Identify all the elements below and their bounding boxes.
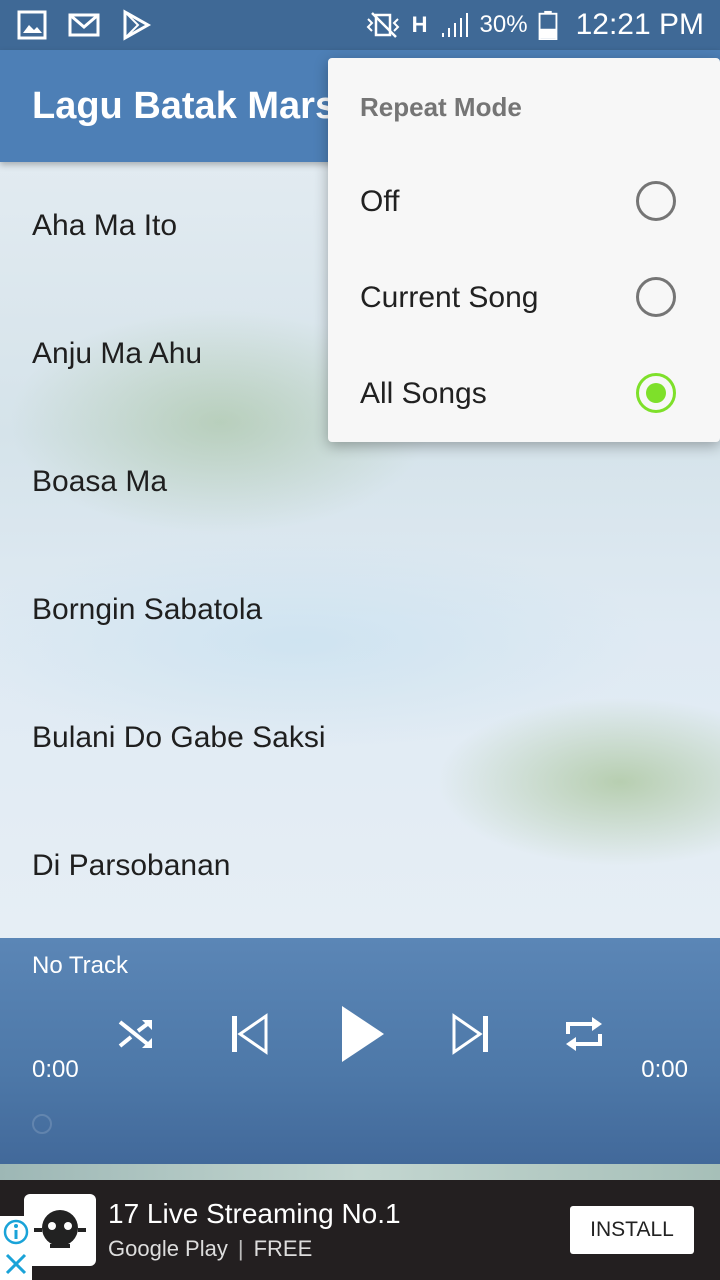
song-title: Borngin Sabatola xyxy=(32,593,263,626)
battery-icon xyxy=(538,10,557,40)
song-title: Di Parsobanan xyxy=(32,849,231,882)
gallery-icon xyxy=(17,10,47,40)
price-label: FREE xyxy=(253,1236,313,1261)
repeat-option-current-song[interactable]: Current Song xyxy=(328,250,720,346)
skip-previous-icon xyxy=(232,1013,268,1055)
ad-choices[interactable] xyxy=(0,1216,32,1280)
track-name: No Track xyxy=(32,952,129,979)
repeat-button[interactable] xyxy=(552,1002,616,1066)
option-label: Current Song xyxy=(360,281,539,314)
background-strip xyxy=(0,1164,720,1180)
shuffle-icon xyxy=(118,1020,152,1048)
clock: 12:21 PM xyxy=(575,8,704,41)
option-label: All Songs xyxy=(360,377,487,410)
install-button[interactable]: INSTALL xyxy=(570,1206,694,1254)
menu-title: Repeat Mode xyxy=(360,92,522,122)
app-title: Lagu Batak Mars xyxy=(32,84,337,127)
song-title: Boasa Ma xyxy=(32,465,168,498)
radio-button[interactable] xyxy=(636,181,676,221)
signal-icon xyxy=(441,13,468,37)
shuffle-button[interactable] xyxy=(104,1002,168,1066)
play-store-icon xyxy=(123,9,152,41)
song-title: Anju Ma Ahu xyxy=(32,337,203,370)
store-name: Google Play xyxy=(108,1236,228,1261)
notification-icons xyxy=(16,9,152,41)
song-item[interactable]: Di Parsobanan xyxy=(0,802,720,930)
repeat-option-all-songs[interactable]: All Songs xyxy=(328,346,720,442)
skip-next-icon xyxy=(452,1013,488,1055)
separator: | xyxy=(237,1236,244,1261)
option-label: Off xyxy=(360,185,400,218)
mascot-icon xyxy=(34,1210,86,1248)
play-button[interactable] xyxy=(328,1002,392,1066)
song-item[interactable]: Bulani Do Gabe Saksi xyxy=(0,674,720,802)
network-type: H xyxy=(411,12,428,37)
music-player: No Track 0:00 0:00 xyxy=(0,938,720,1164)
status-bar: H 30% 12:21 PM xyxy=(0,0,720,50)
song-title: Bulani Do Gabe Saksi xyxy=(32,721,326,754)
repeat-mode-menu: Repeat Mode Off Current Song All Songs xyxy=(328,58,720,442)
repeat-icon xyxy=(566,1017,602,1051)
seek-handle[interactable] xyxy=(32,1114,52,1134)
previous-button[interactable] xyxy=(216,1002,280,1066)
ad-title[interactable]: 17 Live Streaming No.1 xyxy=(108,1198,401,1230)
repeat-option-off[interactable]: Off xyxy=(328,154,720,250)
elapsed-time: 0:00 xyxy=(32,1056,79,1083)
system-status: H 30% 12:21 PM xyxy=(358,8,704,42)
radio-button[interactable] xyxy=(636,277,676,317)
ad-app-logo[interactable] xyxy=(24,1194,96,1266)
total-time: 0:00 xyxy=(641,1056,688,1083)
ad-banner[interactable]: 17 Live Streaming No.1 Google Play | FRE… xyxy=(0,1180,720,1280)
battery-percent: 30% xyxy=(479,11,528,38)
ad-subtitle: Google Play | FREE xyxy=(108,1236,312,1262)
radio-button-checked[interactable] xyxy=(636,373,676,413)
next-button[interactable] xyxy=(440,1002,504,1066)
close-icon[interactable] xyxy=(0,1248,32,1280)
vibrate-icon xyxy=(358,12,402,38)
play-icon xyxy=(342,1006,384,1062)
info-icon[interactable] xyxy=(0,1216,32,1248)
mail-icon xyxy=(68,13,100,37)
song-item[interactable]: Borngin Sabatola xyxy=(0,546,720,674)
song-title: Aha Ma Ito xyxy=(32,209,178,242)
